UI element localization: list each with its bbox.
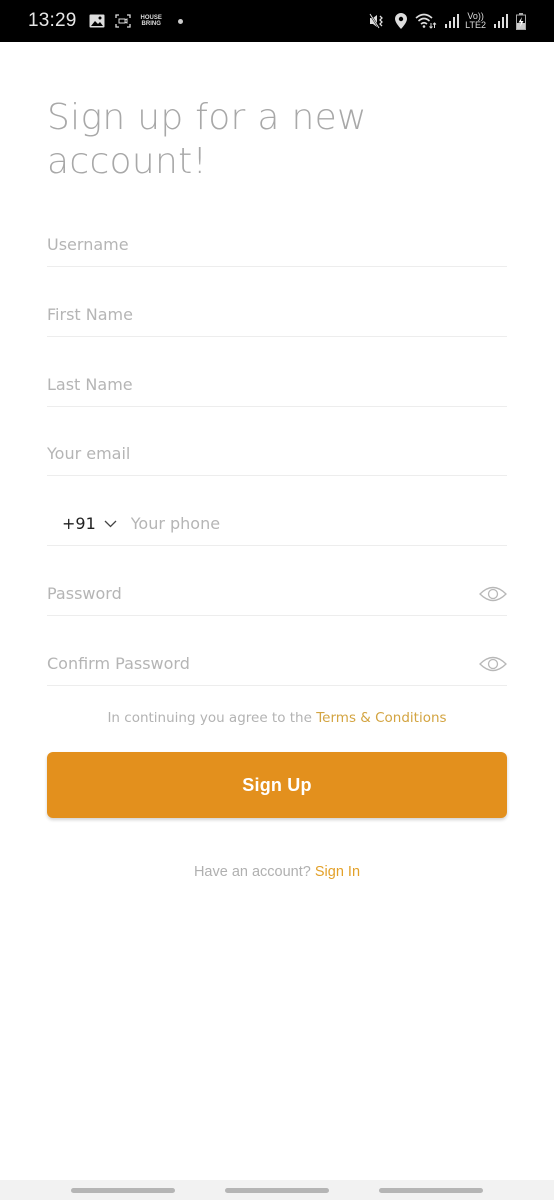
phone-field-row: +91 [47, 502, 507, 546]
last-name-field-row [47, 363, 507, 407]
status-time: 13:29 [28, 10, 77, 31]
page-title: Sign up for a new account! [47, 97, 367, 182]
chevron-down-icon [104, 515, 117, 533]
phone-input[interactable] [130, 502, 507, 545]
signal-icon [494, 14, 508, 28]
notification-dot-icon [177, 18, 183, 24]
username-field-row [47, 223, 507, 267]
email-field-row [47, 432, 507, 476]
signup-screen: 13:29 HOUSE BRING Vo)) LTE2 Sign up for … [0, 0, 554, 1200]
status-bar-left: 13:29 HOUSE BRING [28, 10, 183, 32]
username-input[interactable] [47, 223, 507, 266]
first-name-input[interactable] [47, 293, 507, 336]
location-icon [395, 13, 408, 29]
sign-up-button[interactable]: Sign Up [47, 752, 507, 818]
gallery-icon [89, 14, 105, 28]
confirm-password-field-row [47, 642, 507, 686]
volte-icon: Vo)) LTE2 [465, 11, 486, 30]
confirm-password-input[interactable] [47, 642, 479, 685]
password-field-row [47, 572, 507, 616]
email-input[interactable] [47, 432, 507, 475]
sign-in-link[interactable]: Sign In [315, 864, 360, 880]
last-name-input[interactable] [47, 363, 507, 406]
country-code-selector[interactable]: +91 [62, 514, 117, 533]
country-code-label: +91 [62, 514, 96, 533]
terms-link[interactable]: Terms & Conditions [316, 710, 446, 726]
sign-in-prefix: Have an account? [193, 864, 311, 880]
mute-vibrate-icon [369, 13, 387, 29]
first-name-field-row [47, 293, 507, 337]
wifi-icon [415, 13, 437, 29]
sign-in-prompt: Have an account? Sign In [47, 864, 507, 880]
status-bar: 13:29 HOUSE BRING Vo)) LTE2 [0, 0, 554, 42]
terms-prefix: In continuing you agree to the [107, 710, 312, 726]
nav-home-button[interactable] [225, 1187, 329, 1193]
battery-charging-icon [516, 12, 526, 30]
signal-icon [445, 14, 460, 28]
screen-record-icon [114, 14, 131, 28]
nav-back-button[interactable] [379, 1187, 483, 1193]
show-confirm-password-eye-icon[interactable] [479, 654, 507, 674]
password-input[interactable] [47, 572, 479, 615]
terms-notice: In continuing you agree to the Terms & C… [47, 710, 507, 726]
navigation-bar [0, 1180, 554, 1200]
nav-recents-button[interactable] [71, 1187, 175, 1193]
status-bar-right: Vo)) LTE2 [361, 12, 526, 30]
house-bring-icon: HOUSE BRING [140, 15, 162, 27]
show-password-eye-icon[interactable] [479, 584, 507, 604]
